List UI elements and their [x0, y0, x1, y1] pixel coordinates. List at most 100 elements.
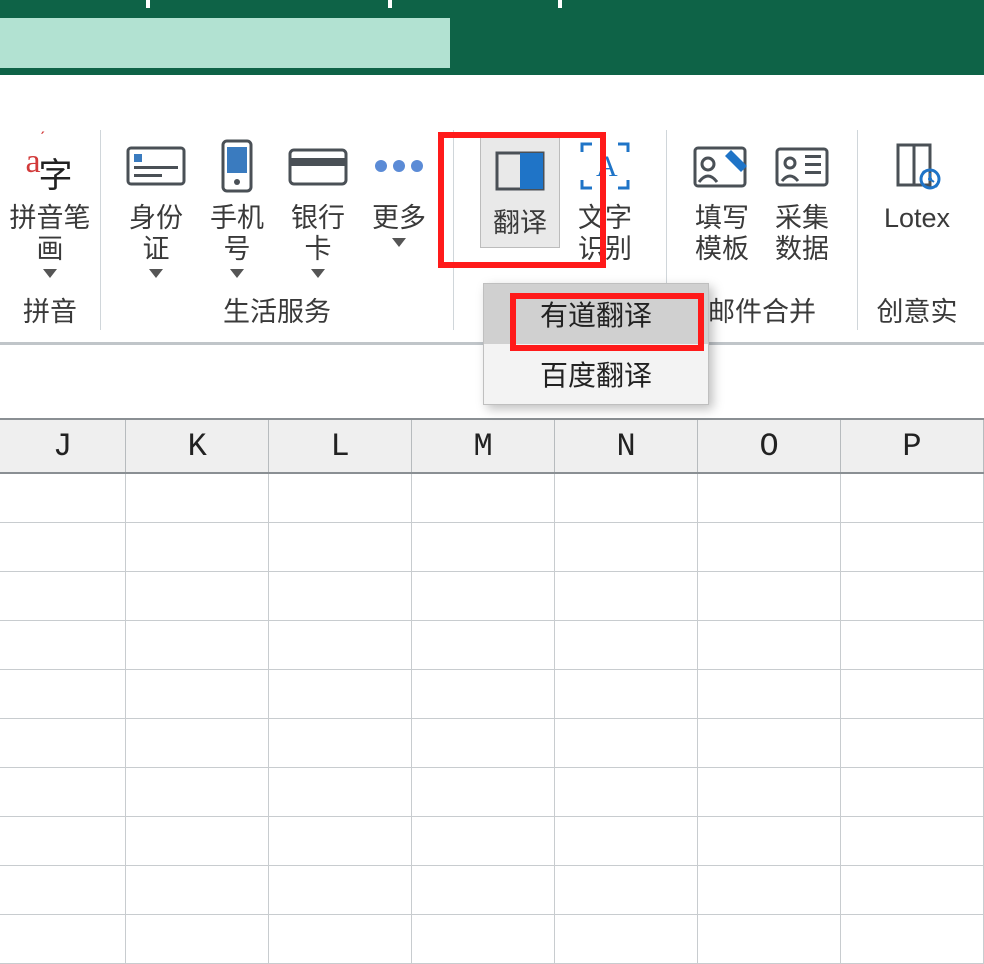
spreadsheet[interactable]: JKLMNOP [0, 418, 984, 964]
cell[interactable] [698, 474, 841, 522]
column-header[interactable]: P [841, 420, 984, 472]
column-header[interactable]: O [698, 420, 841, 472]
dropdown-item-baidu[interactable]: 百度翻译 [484, 344, 708, 404]
cell[interactable] [269, 621, 412, 669]
cell[interactable] [269, 817, 412, 865]
cell[interactable] [0, 866, 126, 914]
cell[interactable] [126, 719, 269, 767]
cell[interactable] [412, 817, 555, 865]
cell[interactable] [0, 572, 126, 620]
grid-row [0, 523, 984, 572]
translate-button[interactable]: 翻译 [480, 135, 560, 248]
cell[interactable] [0, 621, 126, 669]
cell[interactable] [698, 817, 841, 865]
pinyin-icon: ˊ a字 [25, 135, 74, 197]
cell[interactable] [0, 915, 126, 963]
translate-dropdown: 有道翻译 百度翻译 [483, 283, 709, 405]
cell[interactable] [841, 474, 984, 522]
cell[interactable] [412, 572, 555, 620]
cell[interactable] [269, 768, 412, 816]
column-header[interactable]: L [269, 420, 412, 472]
column-header[interactable]: M [412, 420, 555, 472]
cell[interactable] [0, 523, 126, 571]
cell[interactable] [269, 866, 412, 914]
column-header[interactable]: J [0, 420, 126, 472]
phone-icon [217, 135, 257, 197]
cell[interactable] [126, 621, 269, 669]
cell[interactable] [412, 670, 555, 718]
cell[interactable] [555, 817, 698, 865]
id-card-label: 身份 证 [129, 203, 183, 278]
cell[interactable] [412, 866, 555, 914]
cell[interactable] [126, 523, 269, 571]
id-card-button[interactable]: 身份 证 [120, 135, 192, 278]
fill-template-label: 填写 模板 [695, 203, 749, 265]
cell[interactable] [126, 474, 269, 522]
cell[interactable] [698, 670, 841, 718]
cell[interactable] [698, 621, 841, 669]
cell[interactable] [126, 768, 269, 816]
ocr-button[interactable]: A 文字 识别 [570, 135, 640, 265]
cell[interactable] [555, 866, 698, 914]
cell[interactable] [555, 915, 698, 963]
cell[interactable] [698, 866, 841, 914]
lotex-button[interactable]: Lotex [878, 135, 956, 234]
cell[interactable] [0, 768, 126, 816]
cell[interactable] [126, 670, 269, 718]
cell[interactable] [841, 915, 984, 963]
cell[interactable] [841, 572, 984, 620]
cell[interactable] [841, 523, 984, 571]
cell[interactable] [126, 817, 269, 865]
cell[interactable] [555, 621, 698, 669]
cell[interactable] [0, 719, 126, 767]
collect-data-button[interactable]: 采集 数据 [767, 135, 837, 265]
cell[interactable] [412, 523, 555, 571]
cell[interactable] [412, 719, 555, 767]
column-header[interactable]: K [126, 420, 269, 472]
bank-card-button[interactable]: 银行 卡 [282, 135, 354, 278]
cell[interactable] [269, 915, 412, 963]
cell[interactable] [126, 915, 269, 963]
cell[interactable] [269, 719, 412, 767]
cell[interactable] [0, 474, 126, 522]
pinyin-strokes-button[interactable]: ˊ a字 拼音笔 画 [4, 135, 97, 278]
cell[interactable] [0, 817, 126, 865]
cell[interactable] [269, 572, 412, 620]
cell[interactable] [269, 474, 412, 522]
cell[interactable] [412, 474, 555, 522]
cell[interactable] [555, 572, 698, 620]
cell[interactable] [698, 572, 841, 620]
grid-row [0, 621, 984, 670]
cell[interactable] [412, 768, 555, 816]
cell[interactable] [555, 474, 698, 522]
cell[interactable] [412, 621, 555, 669]
more-button[interactable]: 更多 [364, 135, 434, 247]
cell[interactable] [555, 719, 698, 767]
cell[interactable] [841, 866, 984, 914]
cell[interactable] [555, 670, 698, 718]
cell[interactable] [698, 768, 841, 816]
phone-button[interactable]: 手机 号 [202, 135, 272, 278]
cell[interactable] [126, 866, 269, 914]
cell[interactable] [698, 719, 841, 767]
lotex-label: Lotex [884, 203, 950, 234]
cell[interactable] [698, 915, 841, 963]
cell[interactable] [841, 670, 984, 718]
dropdown-item-youdao[interactable]: 有道翻译 [484, 284, 708, 344]
cell[interactable] [269, 670, 412, 718]
collect-data-label: 采集 数据 [775, 203, 829, 265]
fill-template-button[interactable]: 填写 模板 [687, 135, 757, 265]
cell[interactable] [698, 523, 841, 571]
cell[interactable] [841, 719, 984, 767]
column-header[interactable]: N [555, 420, 698, 472]
cell[interactable] [0, 670, 126, 718]
cell[interactable] [126, 572, 269, 620]
cell[interactable] [412, 915, 555, 963]
cell[interactable] [555, 768, 698, 816]
cell[interactable] [269, 523, 412, 571]
bank-card-icon [288, 135, 348, 197]
cell[interactable] [841, 817, 984, 865]
cell[interactable] [841, 621, 984, 669]
cell[interactable] [555, 523, 698, 571]
cell[interactable] [841, 768, 984, 816]
